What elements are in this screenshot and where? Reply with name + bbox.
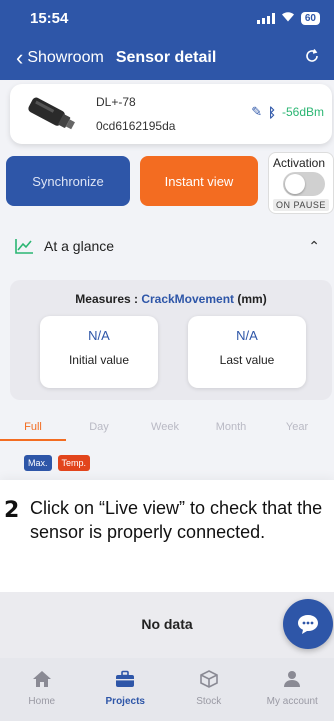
wifi-icon: [281, 11, 295, 25]
page-title: Sensor detail: [115, 49, 217, 66]
nav-account[interactable]: My account: [251, 658, 334, 721]
measures-metric: CrackMovement: [141, 292, 235, 306]
user-icon: [282, 670, 302, 692]
edit-icon[interactable]: ✎: [251, 104, 262, 120]
signal-icon: [256, 12, 275, 24]
toggle-knob: [285, 174, 305, 194]
tab-week[interactable]: Week: [132, 421, 198, 433]
box-icon: [199, 670, 219, 692]
tab-day[interactable]: Day: [66, 421, 132, 433]
tab-month[interactable]: Month: [198, 421, 264, 433]
status-bar: 15:54 60: [0, 0, 334, 36]
at-a-glance-label: At a glance: [44, 238, 115, 254]
period-tabs: Full Day Week Month Year: [0, 410, 334, 444]
nav-account-label: My account: [266, 696, 318, 707]
tab-full[interactable]: Full: [0, 421, 66, 441]
sensor-status: ✎ ᛒ -56dBm: [251, 104, 324, 120]
initial-value-label: Initial value: [68, 353, 130, 367]
measures-prefix: Measures :: [75, 292, 142, 306]
tutorial-overlay: 2 Click on “Live view” to check that the…: [0, 480, 334, 592]
tab-year[interactable]: Year: [264, 421, 330, 433]
chat-button[interactable]: [283, 599, 333, 649]
step-number: 2: [4, 498, 20, 523]
briefcase-icon: [115, 670, 135, 692]
synchronize-button[interactable]: Synchronize: [6, 156, 130, 206]
measures-unit: (mm): [234, 292, 267, 306]
measures-panel: Measures : CrackMovement (mm) N/A Initia…: [10, 280, 332, 400]
activation-state: ON PAUSE: [273, 199, 329, 211]
step-text: Click on “Live view” to check that the s…: [30, 498, 323, 542]
last-value: N/A: [236, 328, 258, 343]
initial-value: N/A: [88, 328, 110, 343]
last-value-label: Last value: [219, 353, 275, 367]
app-bar: ‹ Showroom Sensor detail: [0, 36, 334, 80]
nav-home[interactable]: Home: [0, 658, 84, 721]
line-chart-icon: [14, 237, 34, 255]
nav-stock[interactable]: Stock: [167, 658, 251, 721]
nav-projects[interactable]: Projects: [84, 658, 168, 721]
bluetooth-icon: ᛒ: [268, 104, 276, 120]
at-a-glance-header[interactable]: At a glance ⌃: [0, 226, 334, 266]
home-icon: [32, 670, 52, 692]
activation-label: Activation: [273, 156, 326, 170]
refresh-icon[interactable]: [304, 48, 320, 69]
signal-strength: -56dBm: [281, 105, 324, 119]
back-label: Showroom: [27, 49, 104, 66]
activation-panel: Activation ON PAUSE: [268, 152, 334, 214]
temp-tag[interactable]: Temp.: [57, 455, 91, 471]
battery-icon: 60: [300, 11, 320, 25]
sensor-image: [22, 92, 80, 136]
status-icons: 60: [256, 11, 320, 25]
chevron-up-icon: ⌃: [308, 237, 320, 254]
status-time: 15:54: [30, 9, 69, 27]
measures-title: Measures : CrackMovement (mm): [10, 292, 332, 306]
initial-value-card: N/A Initial value: [40, 316, 158, 388]
series-tags: Max. Temp.: [24, 455, 91, 471]
sensor-name: DL+-78: [96, 95, 136, 109]
nav-stock-label: Stock: [196, 696, 222, 707]
activation-toggle[interactable]: [283, 172, 325, 196]
max-tag[interactable]: Max.: [24, 455, 52, 471]
nav-home-label: Home: [28, 696, 56, 707]
sensor-id: 0cd6162195da: [96, 119, 176, 133]
chat-icon: [298, 615, 318, 634]
back-button[interactable]: ‹ Showroom: [16, 47, 104, 69]
sensor-card: DL+-78 0cd6162195da ✎ ᛒ -56dBm: [10, 84, 332, 144]
instant-view-button[interactable]: Instant view: [140, 156, 258, 206]
bottom-nav: Home Projects Stock My account: [0, 658, 334, 721]
chevron-left-icon: ‹: [16, 45, 24, 70]
last-value-card: N/A Last value: [188, 316, 306, 388]
nav-projects-label: Projects: [105, 696, 145, 707]
